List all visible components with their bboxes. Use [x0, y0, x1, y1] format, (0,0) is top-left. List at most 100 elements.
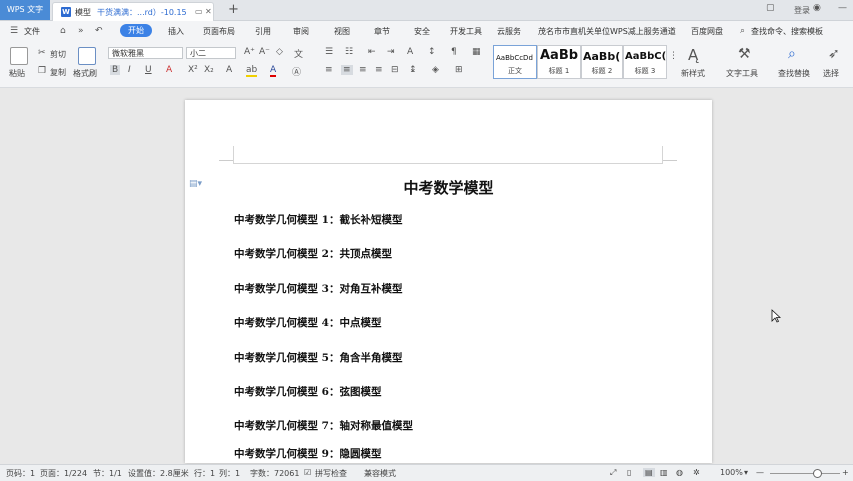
zoom-slider-track[interactable] [770, 473, 840, 474]
shrink-font-icon[interactable]: A⁻ [259, 47, 270, 57]
zoom-level[interactable]: 100% [720, 468, 743, 477]
status-spell-check[interactable]: 拼写检查 [315, 468, 347, 479]
menu-cloud[interactable]: 云服务 [497, 26, 521, 37]
grow-font-icon[interactable]: A⁺ [244, 47, 255, 57]
text-tools-button[interactable]: 文字工具 [726, 68, 758, 79]
shading-icon[interactable]: ◈ [432, 65, 439, 75]
document-line[interactable]: 中考数学几何模型 9：隐圆模型 [234, 446, 381, 461]
status-compat-mode[interactable]: 兼容模式 [364, 468, 396, 479]
document-line[interactable]: 中考数学几何模型 4：中点模型 [234, 315, 381, 330]
phonetic-icon[interactable]: 文 [294, 47, 303, 60]
strikethrough-icon[interactable]: A [166, 65, 172, 75]
fullscreen-icon[interactable]: ⤢ [610, 468, 616, 478]
status-column[interactable]: 列：1 [219, 468, 240, 479]
table-icon[interactable]: ▦ [472, 47, 481, 57]
borders-icon[interactable]: ⊞ [455, 65, 463, 75]
outline-view-icon[interactable]: ▥ [660, 468, 668, 477]
format-painter-label[interactable]: 格式刷 [73, 68, 97, 79]
command-search[interactable]: 查找命令、搜索模板 [751, 26, 823, 37]
eye-protect-icon[interactable]: ✲ [693, 468, 700, 477]
hamburger-icon[interactable]: ☰ [10, 26, 18, 36]
menu-security[interactable]: 安全 [414, 26, 430, 37]
show-marks-icon[interactable]: ¶ [451, 47, 457, 57]
web-view-icon[interactable]: ◍ [676, 468, 683, 477]
italic-icon[interactable]: I [128, 65, 131, 75]
bullet-list-icon[interactable]: ☰ [325, 47, 333, 57]
new-style-icon[interactable]: Ą [688, 46, 698, 64]
zoom-out-button[interactable]: — [756, 468, 764, 477]
open-folder-icon[interactable]: ⌂ [60, 26, 66, 36]
font-size-select[interactable]: 小二 [186, 47, 236, 59]
decrease-indent-icon[interactable]: ⇤ [368, 47, 376, 57]
menu-review[interactable]: 审阅 [293, 26, 309, 37]
styles-scroll-icon[interactable]: ⋮ [669, 51, 678, 61]
document-tab[interactable]: W 模型 干货满满：...rd）-10.15 ▭ ✕ [52, 2, 214, 21]
document-line[interactable]: 中考数学几何模型 7：轴对称最值模型 [234, 418, 413, 433]
line-spacing-icon[interactable]: ↨ [409, 65, 417, 75]
menu-chapter[interactable]: 章节 [374, 26, 390, 37]
align-left-icon[interactable]: ≡ [325, 65, 333, 75]
paste-icon[interactable] [10, 47, 28, 65]
menu-baidu-disk[interactable]: 百度网盘 [691, 26, 723, 37]
status-section[interactable]: 节：1/1 [93, 468, 122, 479]
menu-insert[interactable]: 插入 [168, 26, 184, 37]
document-line[interactable]: 中考数学几何模型 6：弦图模型 [234, 384, 381, 399]
tab-screen-icon[interactable]: ▭ [195, 7, 203, 16]
spell-check-icon[interactable]: ☑ [304, 468, 311, 477]
sort-icon[interactable]: ↕ [428, 47, 436, 57]
menu-view[interactable]: 视图 [334, 26, 350, 37]
menu-home[interactable]: 开始 [120, 24, 152, 37]
cut-icon[interactable]: ✂ [38, 48, 46, 58]
select-button[interactable]: 选择 [823, 68, 839, 79]
select-cursor-icon[interactable]: ➶ [828, 46, 840, 62]
window-layout-icon[interactable]: ▢ [766, 3, 775, 13]
document-title[interactable]: 中考数学模型 [185, 177, 712, 198]
menu-page-layout[interactable]: 页面布局 [203, 26, 235, 37]
justify-icon[interactable]: ≡ [375, 65, 383, 75]
numbered-list-icon[interactable]: ☷ [345, 47, 353, 57]
document-line[interactable]: 中考数学几何模型 5：角含半角模型 [234, 350, 402, 365]
avatar-icon[interactable]: ◉ [813, 3, 821, 13]
status-pages[interactable]: 页面：1/224 [40, 468, 87, 479]
zoom-dropdown-icon[interactable]: ▾ [744, 468, 748, 477]
status-row[interactable]: 行：1 [194, 468, 215, 479]
zoom-slider-thumb[interactable] [813, 469, 822, 478]
status-word-count[interactable]: 字数：72061 [250, 468, 299, 479]
align-center-icon[interactable]: ≡ [341, 65, 353, 75]
menu-developer[interactable]: 开发工具 [450, 26, 482, 37]
document-line[interactable]: 中考数学几何模型 3：对角互补模型 [234, 281, 402, 296]
zoom-in-button[interactable]: + [842, 468, 849, 477]
status-page-number[interactable]: 页码：1 [6, 468, 35, 479]
document-line[interactable]: 中考数学几何模型 1：截长补短模型 [234, 212, 402, 227]
read-mode-icon[interactable]: ▯ [627, 468, 631, 477]
find-replace-icon[interactable]: ⌕ [788, 46, 796, 62]
chinese-layout-icon[interactable]: A [407, 47, 413, 57]
copy-icon[interactable]: ❐ [38, 66, 46, 76]
increase-indent-icon[interactable]: ⇥ [387, 47, 395, 57]
new-style-button[interactable]: 新样式 [681, 68, 705, 79]
align-right-icon[interactable]: ≡ [359, 65, 367, 75]
distributed-icon[interactable]: ⊟ [391, 65, 399, 75]
char-border-icon[interactable]: Ⓐ [292, 65, 301, 78]
style-heading-1[interactable]: AaBb 标题 1 [537, 45, 581, 79]
document-line[interactable]: 中考数学几何模型 2：共顶点模型 [234, 246, 392, 261]
font-name-select[interactable]: 微软雅黑 [108, 47, 183, 59]
menu-references[interactable]: 引用 [255, 26, 271, 37]
page-view-icon[interactable]: ▤ [643, 468, 655, 477]
style-heading-3[interactable]: AaBbC( 标题 3 [623, 45, 667, 79]
text-effect-icon[interactable]: A [226, 65, 232, 75]
subscript-icon[interactable]: X₂ [204, 65, 214, 75]
undo-icon[interactable]: ↶ [95, 26, 103, 36]
style-normal[interactable]: AaBbCcDd 正文 [493, 45, 537, 79]
paste-label[interactable]: 粘贴 [9, 68, 25, 79]
superscript-icon[interactable]: X² [188, 65, 198, 75]
format-painter-icon[interactable] [78, 47, 96, 65]
menu-service-channel[interactable]: 茂名市市直机关单位WPS减上服务通道 [538, 26, 676, 37]
status-setting-value[interactable]: 设置值：2.8厘米 [128, 468, 189, 479]
bold-icon[interactable]: B [110, 65, 121, 75]
clear-format-icon[interactable]: ◇ [276, 47, 283, 57]
style-heading-2[interactable]: AaBb( 标题 2 [581, 45, 623, 79]
underline-icon[interactable]: U [145, 65, 152, 75]
menu-file[interactable]: 文件 [24, 26, 40, 37]
login-button[interactable]: 登录 [794, 5, 810, 16]
